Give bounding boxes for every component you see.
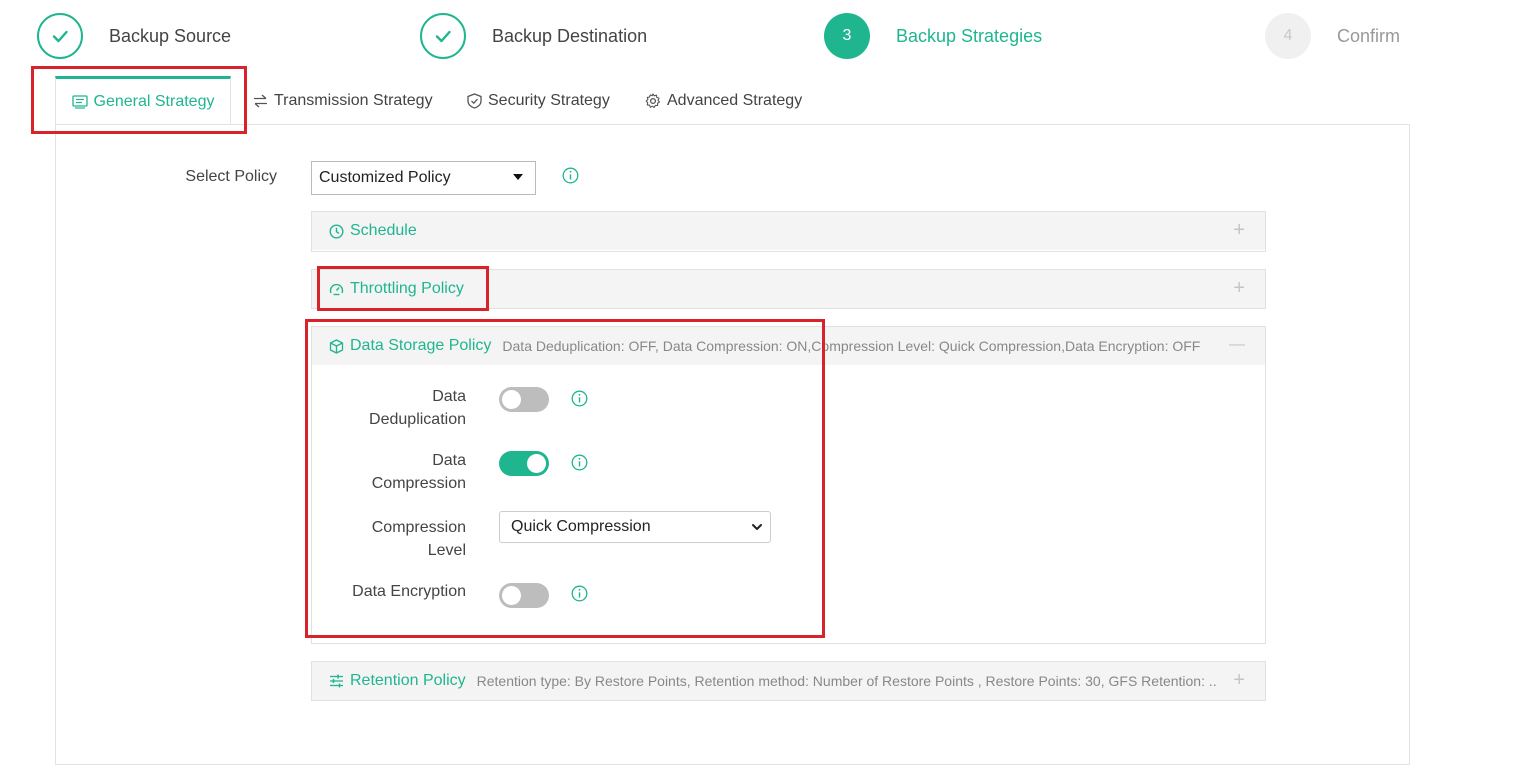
tab-transmission-strategy[interactable]: Transmission Strategy (253, 78, 433, 124)
compression-label-line2: Compression (371, 475, 466, 492)
step-label: Backup Source (109, 25, 232, 46)
dedup-label: Data Deduplication (330, 385, 466, 431)
compression-level-label: Compression Level (330, 516, 466, 562)
tab-label: General Strategy (93, 92, 215, 110)
tab-general-strategy[interactable]: General Strategy (55, 76, 231, 124)
step-confirm[interactable]: 4 Confirm (1265, 11, 1400, 61)
toggle-knob (502, 390, 521, 409)
data-storage-header[interactable]: Data Storage Policy Data Deduplication: … (312, 327, 1265, 365)
retention-section: Retention Policy Retention type: By Rest… (311, 661, 1266, 701)
step-label: Backup Destination (492, 25, 648, 46)
throttling-header[interactable]: Throttling Policy + (312, 270, 1265, 308)
encryption-toggle[interactable] (499, 583, 549, 608)
throttling-title: Throttling Policy (350, 280, 464, 297)
step-label: Backup Strategies (896, 25, 1043, 46)
retention-title: Retention Policy (350, 672, 466, 689)
dedup-toggle[interactable] (499, 387, 549, 412)
info-icon[interactable] (571, 454, 588, 471)
info-icon[interactable] (571, 390, 588, 407)
policy-select[interactable]: Customized Policy (311, 161, 536, 195)
info-icon[interactable] (571, 585, 588, 602)
caret-down-icon (513, 174, 523, 180)
compression-level-select[interactable]: Quick Compression (499, 511, 771, 543)
tab-label: Transmission Strategy (274, 92, 433, 109)
expand-icon[interactable]: + (1233, 220, 1245, 240)
tab-label: Advanced Strategy (667, 92, 803, 109)
collapse-icon[interactable]: — (1229, 335, 1245, 355)
clock-icon (329, 223, 344, 239)
data-storage-summary: Data Deduplication: OFF, Data Compressio… (502, 338, 1201, 354)
compression-level-value: Quick Compression (511, 518, 651, 535)
list-icon (71, 94, 88, 109)
schedule-section: Schedule + (311, 211, 1266, 252)
tab-label: Security Strategy (488, 92, 610, 109)
policy-select-value: Customized Policy (319, 169, 451, 186)
cube-icon (329, 338, 344, 354)
transfer-icon (253, 94, 268, 108)
toggle-knob (502, 586, 521, 605)
step-number: 4 (1265, 13, 1311, 59)
throttling-section: Throttling Policy + (311, 269, 1266, 309)
tab-advanced-strategy[interactable]: Advanced Strategy (645, 78, 802, 124)
dedup-label-line1: Data (432, 388, 466, 405)
data-storage-title: Data Storage Policy (350, 337, 492, 354)
check-icon (420, 13, 466, 59)
step-backup-destination[interactable]: Backup Destination (420, 11, 647, 61)
retention-header[interactable]: Retention Policy Retention type: By Rest… (312, 662, 1265, 700)
shield-icon (467, 93, 482, 109)
sliders-icon (329, 674, 344, 688)
compression-label: Data Compression (330, 449, 466, 495)
schedule-header[interactable]: Schedule + (312, 212, 1265, 250)
chevron-down-icon (750, 520, 764, 539)
compression-level-label-line1: Compression (371, 519, 466, 536)
expand-icon[interactable]: + (1233, 278, 1245, 298)
step-label: Confirm (1337, 25, 1401, 46)
step-backup-strategies[interactable]: 3 Backup Strategies (824, 11, 1042, 61)
compression-level-label-line2: Level (427, 542, 466, 559)
gear-icon (645, 93, 661, 109)
select-policy-label: Select Policy (185, 168, 277, 185)
toggle-knob (527, 454, 546, 473)
step-backup-source[interactable]: Backup Source (37, 11, 231, 61)
retention-summary: Retention type: By Restore Points, Reten… (476, 673, 1217, 689)
gauge-icon (329, 282, 344, 297)
schedule-title: Schedule (350, 222, 417, 239)
expand-icon[interactable]: + (1233, 670, 1245, 690)
dedup-label-line2: Deduplication (369, 411, 466, 428)
compression-toggle[interactable] (499, 451, 549, 476)
info-icon[interactable] (562, 167, 579, 184)
check-icon (37, 13, 83, 59)
compression-label-line1: Data (432, 452, 466, 469)
tab-security-strategy[interactable]: Security Strategy (467, 78, 610, 124)
encryption-label: Data Encryption (352, 583, 466, 600)
step-number: 3 (824, 13, 870, 59)
